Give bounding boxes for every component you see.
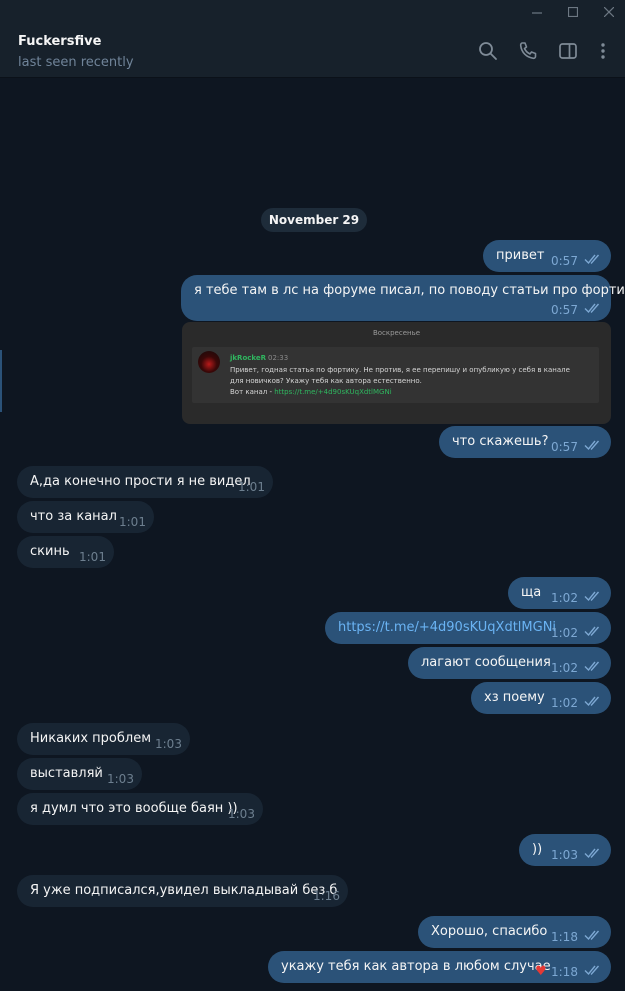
message-time: 1:01 <box>79 550 106 564</box>
message-bubble[interactable]: что за канал 1:01 <box>17 501 154 533</box>
phone-icon[interactable] <box>517 40 539 62</box>
message-bubble[interactable]: привет 0:57 <box>483 240 611 272</box>
message-text: что за канал <box>30 509 117 524</box>
heart-reaction-icon[interactable]: ♥ <box>535 964 547 979</box>
message-bubble[interactable]: ща 1:02 <box>508 577 611 609</box>
message-bubble[interactable]: )) 1:03 <box>519 834 611 866</box>
maximize-icon[interactable] <box>553 0 593 24</box>
message-text: )) <box>532 842 543 857</box>
message-time: 1:16 <box>313 889 340 903</box>
chat-title[interactable]: Fuckersfive <box>18 34 101 49</box>
message-time: 1:01 <box>238 480 265 494</box>
message-text: лагают сообщения <box>421 655 551 670</box>
message-text: выставляй <box>30 766 103 781</box>
screenshot-author: jkRockeR <box>230 354 267 362</box>
message-bubble[interactable]: скинь 1:01 <box>17 536 114 568</box>
message-bubble[interactable]: выставляй 1:03 <box>17 758 142 790</box>
screenshot-line: Вот канал - https://t.me/+4d90sKUqXdtlMG… <box>230 388 392 396</box>
screenshot-day-label: Воскресенье <box>372 329 421 337</box>
chat-status: last seen recently <box>18 55 134 70</box>
message-time: 1:02 <box>551 626 578 640</box>
message-text: Я уже подписался,увидел выкладывай без б <box>30 883 338 898</box>
close-icon[interactable] <box>589 0 625 24</box>
message-bubble[interactable]: лагают сообщения 1:02 <box>408 647 611 679</box>
message-time: 1:02 <box>551 696 578 710</box>
window-titlebar <box>0 0 625 24</box>
message-time: 1:02 <box>551 591 578 605</box>
message-time: 0:57 <box>551 303 578 317</box>
message-time: 0:57 <box>551 254 578 268</box>
sidebar-toggle-icon[interactable] <box>557 40 579 62</box>
message-time: 1:03 <box>551 848 578 862</box>
message-time: 1:18 <box>551 965 578 979</box>
double-check-icon <box>584 591 600 602</box>
screenshot-link: https://t.me/+4d90sKUqXdtlMGNi <box>274 388 392 396</box>
message-bubble[interactable]: Я уже подписался,увидел выкладывай без б… <box>17 875 348 907</box>
message-time: 1:02 <box>551 661 578 675</box>
date-separator: November 29 <box>261 208 367 232</box>
screenshot-time: 02:33 <box>268 354 289 362</box>
message-bubble[interactable]: укажу тебя как автора в любом случае ♥ 1… <box>268 951 611 983</box>
message-text: что скажешь? <box>452 434 549 449</box>
message-time: 1:01 <box>119 515 146 529</box>
chat-header: Fuckersfive last seen recently <box>0 24 625 78</box>
message-text: ща <box>521 585 542 600</box>
double-check-icon <box>584 696 600 707</box>
message-bubble[interactable]: я думл что это вообще баян )) 1:03 <box>17 793 263 825</box>
double-check-icon <box>584 661 600 672</box>
message-bubble[interactable]: Хорошо, спасибо 1:18 <box>418 916 611 948</box>
double-check-icon <box>584 930 600 941</box>
double-check-icon <box>584 965 600 976</box>
message-text: я тебе там в лс на форуме писал, по пово… <box>194 283 625 298</box>
double-check-icon <box>584 626 600 637</box>
message-bubble[interactable]: https://t.me/+4d90sKUqXdtlMGNi 1:02 <box>325 612 611 644</box>
message-text: Никаких проблем <box>30 731 152 746</box>
message-text: Хорошо, спасибо <box>431 924 548 939</box>
screenshot-line: Привет, годная статья по фортику. Не про… <box>230 366 570 374</box>
message-time: 1:03 <box>107 772 134 786</box>
message-text: я думл что это вообще баян )) <box>30 801 238 816</box>
minimize-icon[interactable] <box>517 0 557 24</box>
message-bubble[interactable]: А,да конечно прости я не видел 1:01 <box>17 466 273 498</box>
more-vertical-icon[interactable] <box>592 40 614 62</box>
message-link[interactable]: https://t.me/+4d90sKUqXdtlMGNi <box>338 620 556 635</box>
image-message[interactable]: Воскресенье jkRockeR 02:33 Привет, годна… <box>182 322 611 424</box>
message-time: 0:57 <box>551 440 578 454</box>
message-bubble[interactable]: я тебе там в лс на форуме писал, по пово… <box>181 275 625 321</box>
message-time: 1:03 <box>155 737 182 751</box>
message-bubble[interactable]: что скажешь? 0:57 <box>439 426 611 458</box>
message-text: А,да конечно прости я не видел <box>30 474 251 489</box>
double-check-icon <box>584 440 600 451</box>
double-check-icon <box>584 254 600 265</box>
double-check-icon <box>584 848 600 859</box>
message-text: скинь <box>30 544 70 559</box>
message-bubble[interactable]: Никаких проблем 1:03 <box>17 723 190 755</box>
search-icon[interactable] <box>477 40 499 62</box>
message-time: 1:03 <box>228 807 255 821</box>
message-time: 1:18 <box>551 930 578 944</box>
double-check-icon <box>584 303 600 314</box>
message-text: привет <box>496 248 545 263</box>
message-text: укажу тебя как автора в любом случае <box>281 959 551 974</box>
screenshot-line: для новичков? Укажу тебя как автора есте… <box>230 377 422 385</box>
avatar <box>198 351 220 373</box>
message-bubble[interactable]: хз поему 1:02 <box>471 682 611 714</box>
scroll-indicator <box>0 350 2 412</box>
message-text: хз поему <box>484 690 545 705</box>
screenshot-line-prefix: Вот канал - <box>230 388 275 396</box>
